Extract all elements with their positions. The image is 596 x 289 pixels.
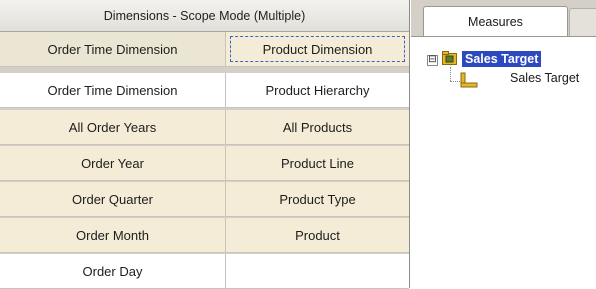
tree-connector xyxy=(450,67,451,81)
grid-cell[interactable]: Product xyxy=(226,218,409,253)
tree-root-label[interactable]: Sales Target xyxy=(462,51,542,67)
grid-cell[interactable]: Order Day xyxy=(0,254,226,289)
tab-secondary[interactable] xyxy=(569,8,596,37)
dimensions-grid: Dimensions - Scope Mode (Multiple) Order… xyxy=(0,0,410,289)
grid-cell[interactable]: Order Year xyxy=(0,146,226,181)
grid-row-dimension: Order Time Dimension Product Dimension xyxy=(0,32,409,67)
grid-cell[interactable]: Product Hierarchy xyxy=(226,73,409,108)
measures-tree: ⊟ Sales Target Sales Target xyxy=(411,36,596,289)
tab-strip: Measures xyxy=(411,0,596,37)
grid-row-hierarchy: Order Time Dimension Product Hierarchy xyxy=(0,73,409,108)
grid-cell[interactable]: Order Time Dimension xyxy=(0,32,226,67)
tree-connector xyxy=(450,81,460,82)
measure-icon xyxy=(460,72,478,88)
grid-row-level: All Order Years All Products xyxy=(0,110,409,145)
measures-pane: Measures ⊟ Sales Target Sales Target xyxy=(410,0,596,289)
tab-measures[interactable]: Measures xyxy=(423,6,568,37)
grid-cell[interactable]: Order Month xyxy=(0,218,226,253)
cube-folder-icon xyxy=(442,51,457,65)
collapse-icon[interactable]: ⊟ xyxy=(427,55,438,66)
tree-child-label[interactable]: Sales Target xyxy=(510,71,579,85)
grid-cell[interactable]: Order Quarter xyxy=(0,182,226,217)
grid-row-level: Order Day xyxy=(0,254,409,289)
grid-cell[interactable]: All Order Years xyxy=(0,110,226,145)
grid-title: Dimensions - Scope Mode (Multiple) xyxy=(0,0,409,32)
grid-cell-empty[interactable] xyxy=(226,254,409,289)
grid-cell-selected[interactable]: Product Dimension xyxy=(226,32,409,67)
grid-row-level: Order Year Product Line xyxy=(0,146,409,181)
grid-row-level: Order Month Product xyxy=(0,218,409,253)
grid-cell[interactable]: Product Type xyxy=(226,182,409,217)
grid-cell[interactable]: All Products xyxy=(226,110,409,145)
grid-row-level: Order Quarter Product Type xyxy=(0,182,409,217)
grid-cell[interactable]: Product Line xyxy=(226,146,409,181)
grid-cell[interactable]: Order Time Dimension xyxy=(0,73,226,108)
